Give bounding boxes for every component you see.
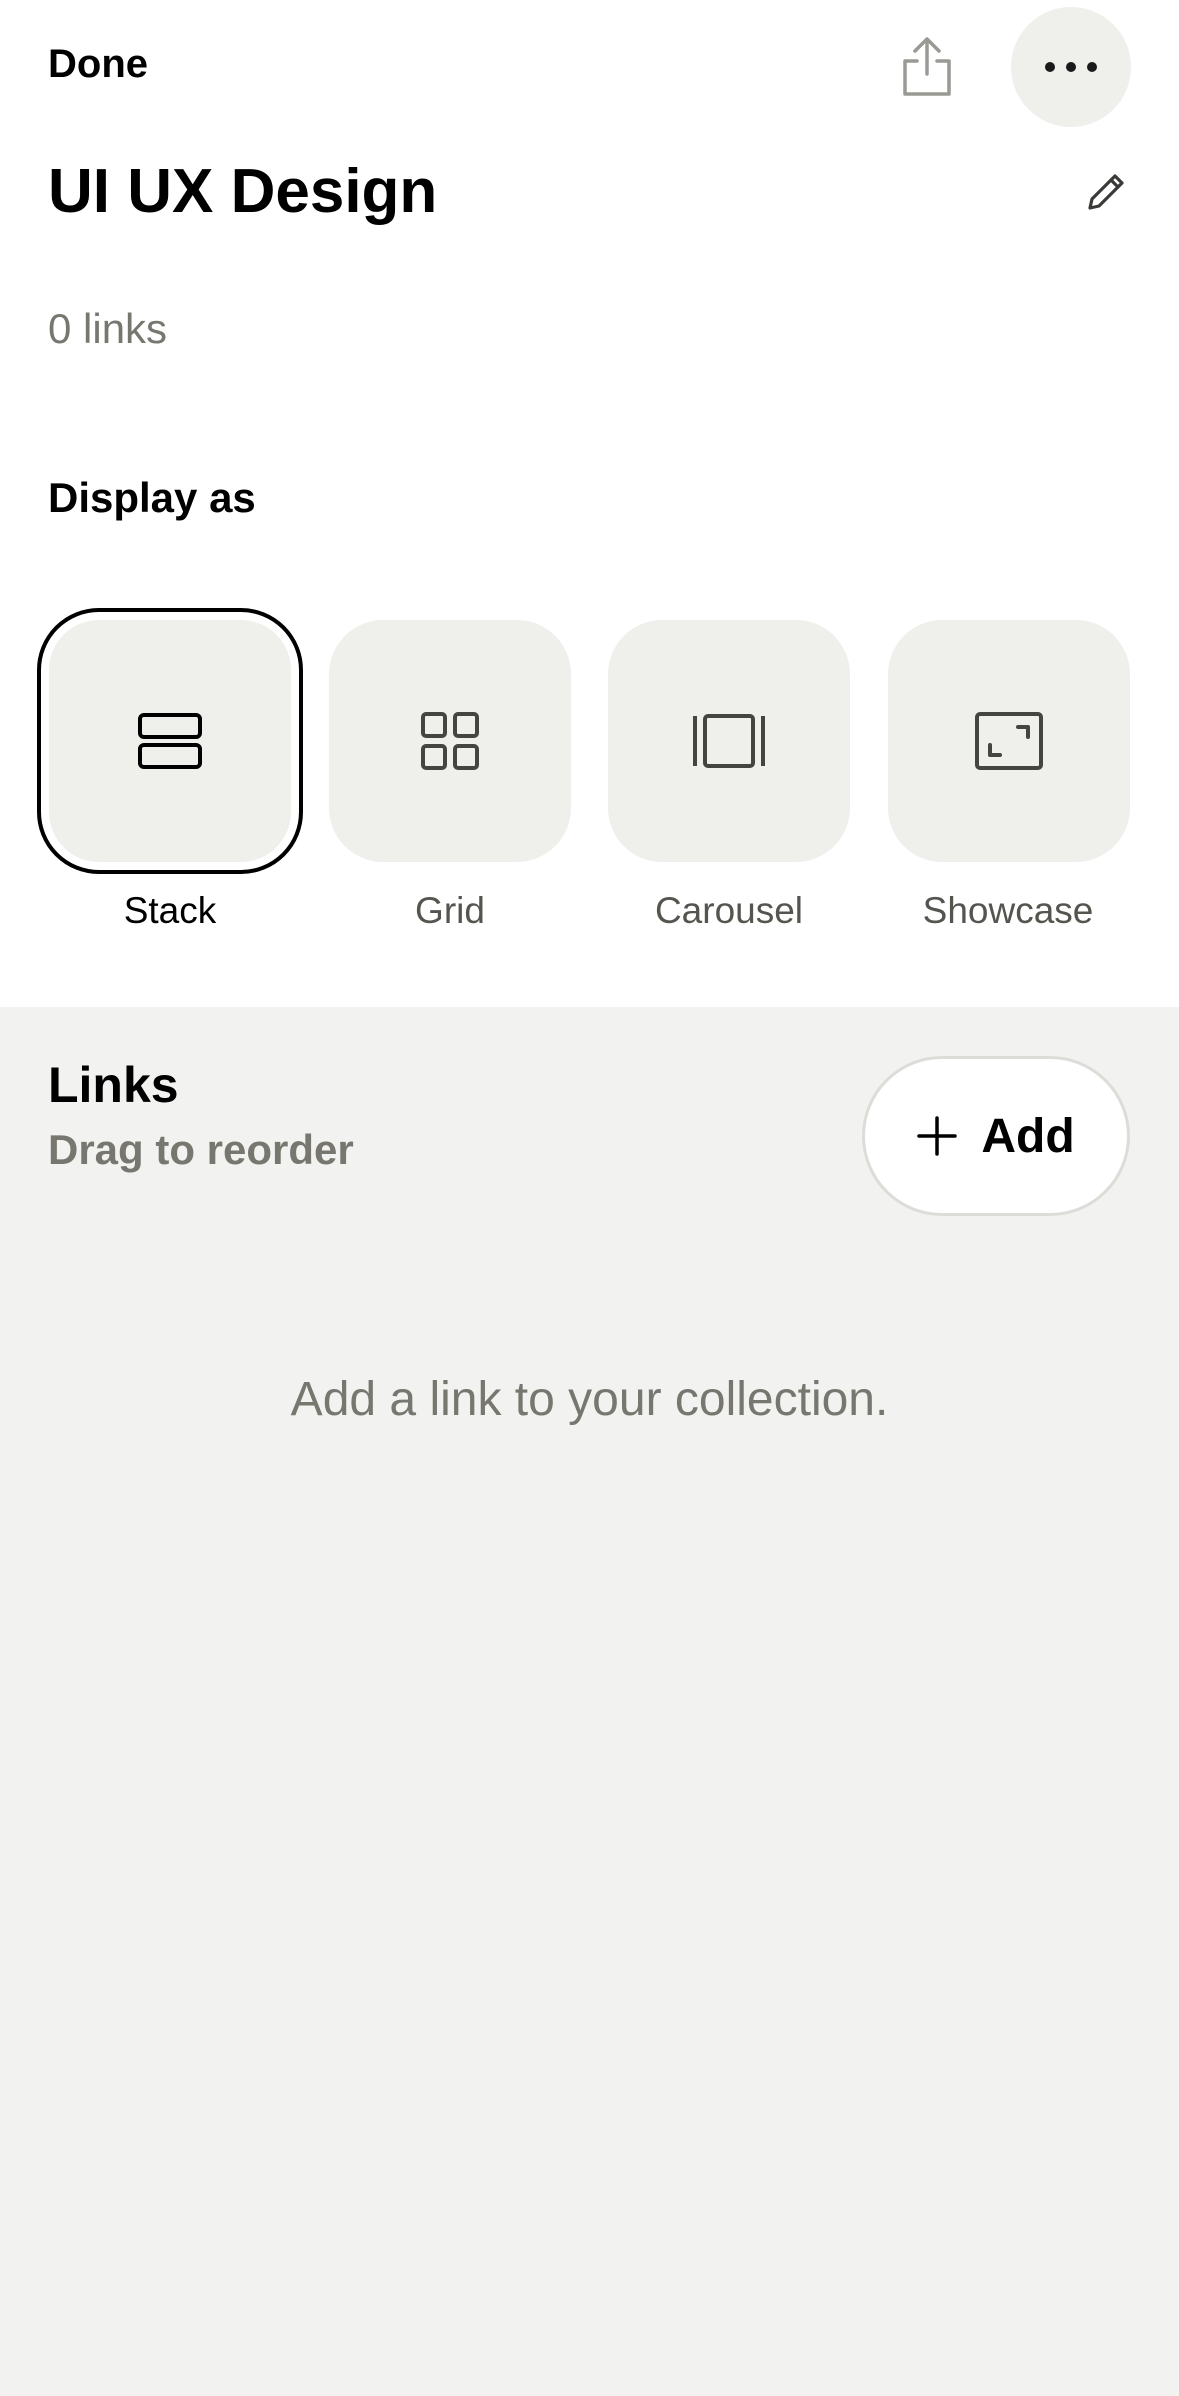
plus-icon (917, 1116, 958, 1156)
collection-settings-panel: Done UI UX Design 0 links Display as Sta… (0, 0, 1179, 1007)
display-option-showcase[interactable] (888, 620, 1130, 862)
share-button[interactable] (885, 22, 969, 112)
grid-icon (421, 712, 479, 770)
display-option-grid-label[interactable]: Grid (320, 884, 580, 938)
display-option-stack[interactable] (37, 608, 303, 874)
add-button-label: Add (981, 1109, 1075, 1163)
more-horizontal-icon (1045, 62, 1097, 72)
display-option-showcase-label[interactable]: Showcase (878, 884, 1138, 938)
links-heading: Links (48, 1057, 179, 1113)
links-subtitle: Drag to reorder (48, 1126, 354, 1173)
display-option-carousel-label[interactable]: Carousel (599, 884, 859, 938)
display-option-carousel[interactable] (608, 620, 850, 862)
share-icon (903, 37, 951, 96)
carousel-icon (693, 714, 765, 768)
display-option-stack-label[interactable]: Stack (40, 884, 300, 938)
add-link-button[interactable]: Add (862, 1056, 1130, 1216)
pencil-icon (1088, 174, 1124, 210)
more-options-button[interactable] (1011, 7, 1131, 127)
done-button[interactable]: Done (48, 36, 148, 92)
display-option-grid[interactable] (329, 620, 571, 862)
showcase-icon (975, 712, 1043, 770)
edit-title-button[interactable] (1074, 160, 1138, 224)
link-count: 0 links (48, 305, 168, 352)
stack-icon (138, 713, 202, 769)
display-as-label: Display as (48, 474, 256, 521)
empty-state-message: Add a link to your collection. (290, 1373, 889, 1426)
collection-title: UI UX Design (48, 157, 438, 226)
